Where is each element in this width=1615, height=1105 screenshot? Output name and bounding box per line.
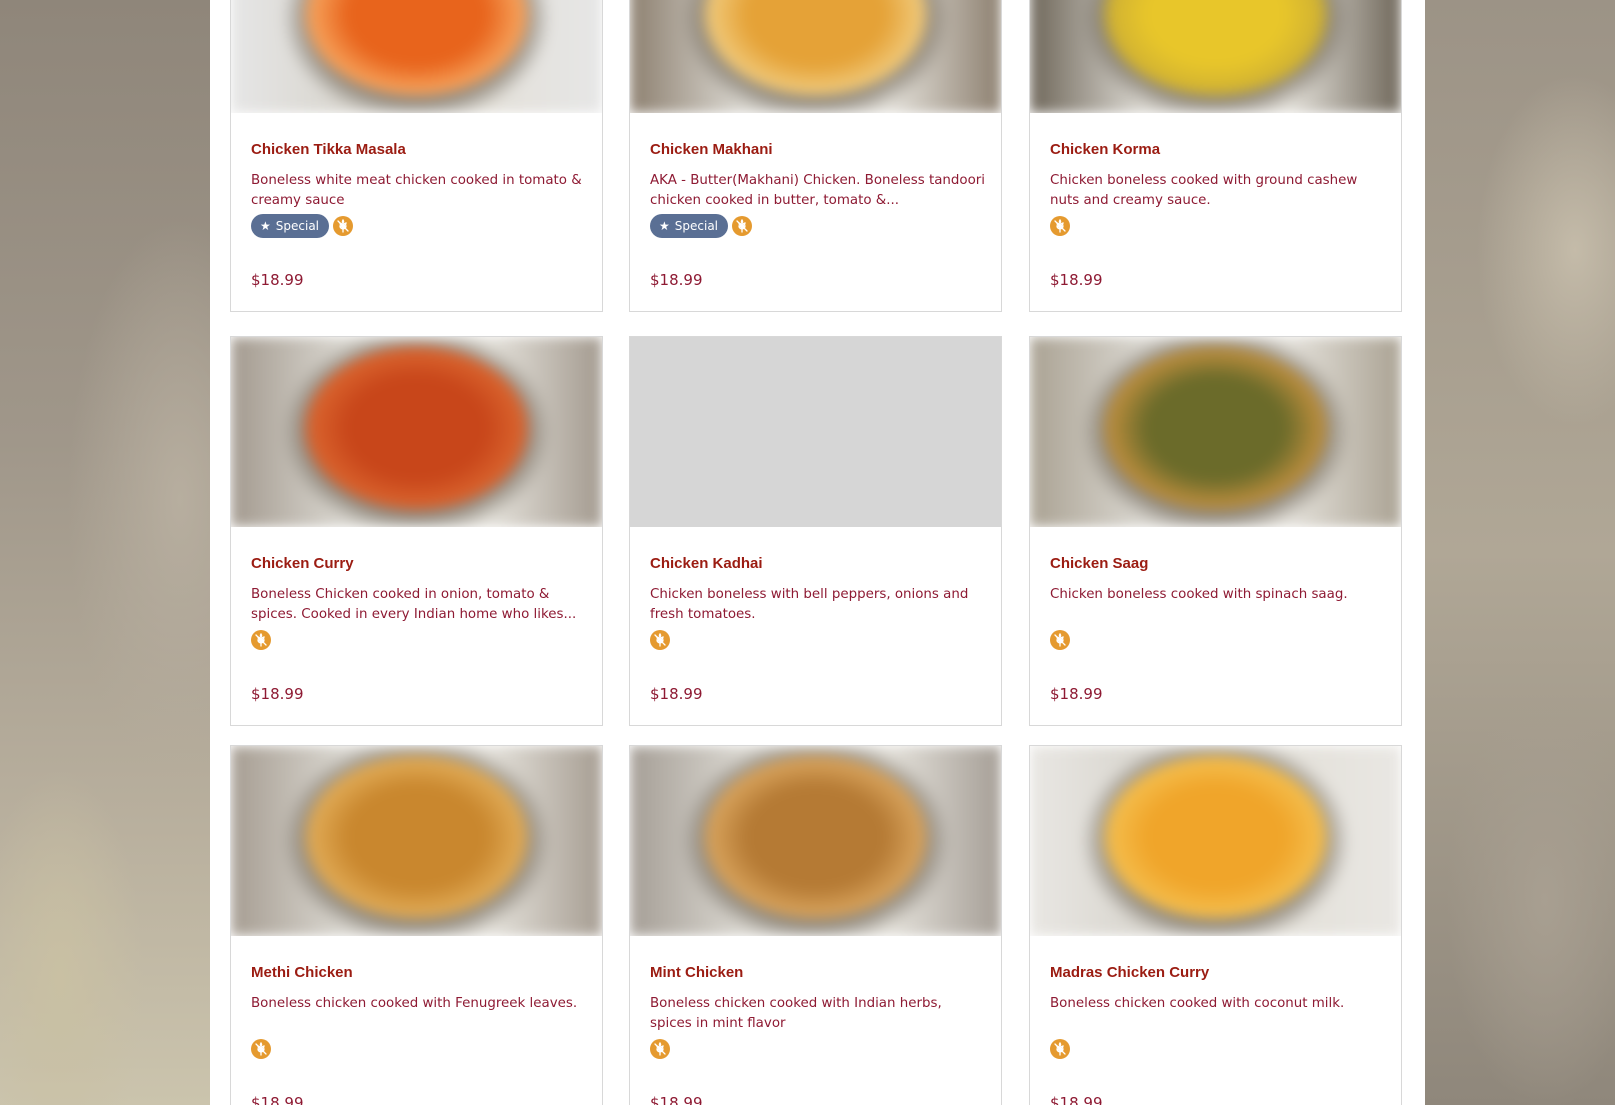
- dish-tags: [650, 1037, 670, 1061]
- dish-price: $18.99: [650, 685, 703, 703]
- gluten-free-icon: [650, 630, 670, 650]
- star-icon: ★: [260, 219, 271, 233]
- dish-description: Boneless chicken cooked with Indian herb…: [650, 996, 942, 1031]
- wheat-icon: [736, 219, 748, 233]
- dish-image[interactable]: [231, 746, 602, 936]
- dish-description: Chicken boneless cooked with spinach saa…: [1050, 587, 1348, 602]
- card-body: Mint Chicken Boneless chicken cooked with…: [650, 964, 983, 1105]
- dish-name[interactable]: Chicken Curry: [251, 555, 354, 572]
- dish-description: Boneless chicken cooked with coconut mil…: [1050, 996, 1345, 1011]
- dish-image[interactable]: [1030, 337, 1401, 527]
- wheat-icon: [654, 633, 666, 647]
- menu-item-card[interactable]: Chicken Korma Chicken boneless cooked wit…: [1029, 0, 1402, 312]
- gluten-free-icon: [251, 1039, 271, 1059]
- dish-image[interactable]: [231, 337, 602, 527]
- dish-image[interactable]: [630, 746, 1001, 936]
- dish-photo: [630, 746, 1001, 936]
- menu-item-card[interactable]: Chicken Saag Chicken boneless cooked with…: [1029, 336, 1402, 726]
- dish-photo: [231, 746, 602, 936]
- dish-price: $18.99: [1050, 1094, 1103, 1105]
- dish-name[interactable]: Chicken Tikka Masala: [251, 141, 406, 158]
- dish-photo: [231, 0, 602, 113]
- dish-image[interactable]: [1030, 0, 1401, 113]
- wheat-icon: [255, 1042, 267, 1056]
- dish-name[interactable]: Madras Chicken Curry: [1050, 964, 1209, 981]
- dish-photo: [231, 337, 602, 527]
- special-badge: ★ Special: [650, 214, 729, 238]
- special-badge: ★ Special: [251, 214, 330, 238]
- dish-photo: [1030, 0, 1401, 113]
- dish-tags: [1050, 1037, 1070, 1061]
- dish-tags: [650, 628, 670, 652]
- gluten-free-icon: [1050, 630, 1070, 650]
- dish-photo: [630, 0, 1001, 113]
- page-background-left: [0, 0, 210, 1105]
- dish-name[interactable]: Chicken Kadhai: [650, 555, 763, 572]
- dish-price: $18.99: [251, 271, 304, 289]
- special-label: Special: [674, 219, 719, 233]
- dish-name[interactable]: Chicken Makhani: [650, 141, 773, 158]
- wheat-icon: [1054, 633, 1066, 647]
- wheat-icon: [1054, 1042, 1066, 1056]
- dish-description: Boneless white meat chicken cooked in to…: [251, 173, 582, 208]
- gluten-free-icon: [251, 630, 271, 650]
- card-body: Chicken Saag Chicken boneless cooked with…: [1050, 555, 1383, 715]
- dish-tags: [1050, 628, 1070, 652]
- wheat-icon: [654, 1042, 666, 1056]
- menu-item-card[interactable]: Mint Chicken Boneless chicken cooked with…: [629, 745, 1002, 1105]
- dish-price: $18.99: [1050, 685, 1103, 703]
- menu-item-card[interactable]: Chicken Kadhai Chicken boneless with bell…: [629, 336, 1002, 726]
- card-body: Chicken Korma Chicken boneless cooked wit…: [1050, 141, 1383, 301]
- menu-item-card[interactable]: Methi Chicken Boneless chicken cooked wit…: [230, 745, 603, 1105]
- menu-item-card[interactable]: Chicken Curry Boneless Chicken cooked in …: [230, 336, 603, 726]
- dish-price: $18.99: [650, 1094, 703, 1105]
- dish-price: $18.99: [650, 271, 703, 289]
- dish-price: $18.99: [251, 685, 304, 703]
- dish-photo: [1030, 337, 1401, 527]
- page-background-right: [1425, 0, 1615, 1105]
- menu-item-card[interactable]: Chicken Tikka Masala Boneless white meat …: [230, 0, 603, 312]
- dish-tags: [251, 628, 271, 652]
- card-body: Methi Chicken Boneless chicken cooked wit…: [251, 964, 584, 1105]
- star-icon: ★: [659, 219, 670, 233]
- card-body: Chicken Curry Boneless Chicken cooked in …: [251, 555, 584, 715]
- gluten-free-icon: [732, 216, 753, 236]
- menu-item-card[interactable]: Chicken Makhani AKA - Butter(Makhani) Chi…: [629, 0, 1002, 312]
- dish-name[interactable]: Methi Chicken: [251, 964, 353, 981]
- dish-description: Boneless Chicken cooked in onion, tomato…: [251, 587, 577, 622]
- card-body: Chicken Kadhai Chicken boneless with bell…: [650, 555, 983, 715]
- dish-price: $18.99: [1050, 271, 1103, 289]
- dish-name[interactable]: Mint Chicken: [650, 964, 743, 981]
- gluten-free-icon: [333, 216, 354, 236]
- wheat-icon: [337, 219, 349, 233]
- dish-tags: [1050, 214, 1070, 238]
- wheat-icon: [1054, 219, 1066, 233]
- wheat-icon: [255, 633, 267, 647]
- dish-image-placeholder[interactable]: [630, 337, 1001, 527]
- dish-tags: ★ Special: [251, 214, 354, 238]
- dish-image[interactable]: [630, 0, 1001, 113]
- gluten-free-icon: [650, 1039, 670, 1059]
- dish-name[interactable]: Chicken Saag: [1050, 555, 1148, 572]
- dish-image[interactable]: [1030, 746, 1401, 936]
- dish-description: AKA - Butter(Makhani) Chicken. Boneless …: [650, 173, 985, 208]
- dish-image[interactable]: [231, 0, 602, 113]
- dish-tags: [251, 1037, 271, 1061]
- dish-tags: ★ Special: [650, 214, 753, 238]
- dish-name[interactable]: Chicken Korma: [1050, 141, 1160, 158]
- card-body: Chicken Tikka Masala Boneless white meat …: [251, 141, 584, 301]
- dish-photo: [1030, 746, 1401, 936]
- menu-item-card[interactable]: Madras Chicken Curry Boneless chicken coo…: [1029, 745, 1402, 1105]
- dish-price: $18.99: [251, 1094, 304, 1105]
- gluten-free-icon: [1050, 216, 1070, 236]
- dish-description: Boneless chicken cooked with Fenugreek l…: [251, 996, 578, 1011]
- dish-description: Chicken boneless with bell peppers, onio…: [650, 587, 969, 622]
- special-label: Special: [275, 219, 320, 233]
- dish-description: Chicken boneless cooked with ground cash…: [1050, 173, 1358, 208]
- card-body: Madras Chicken Curry Boneless chicken coo…: [1050, 964, 1383, 1105]
- card-body: Chicken Makhani AKA - Butter(Makhani) Chi…: [650, 141, 985, 301]
- gluten-free-icon: [1050, 1039, 1070, 1059]
